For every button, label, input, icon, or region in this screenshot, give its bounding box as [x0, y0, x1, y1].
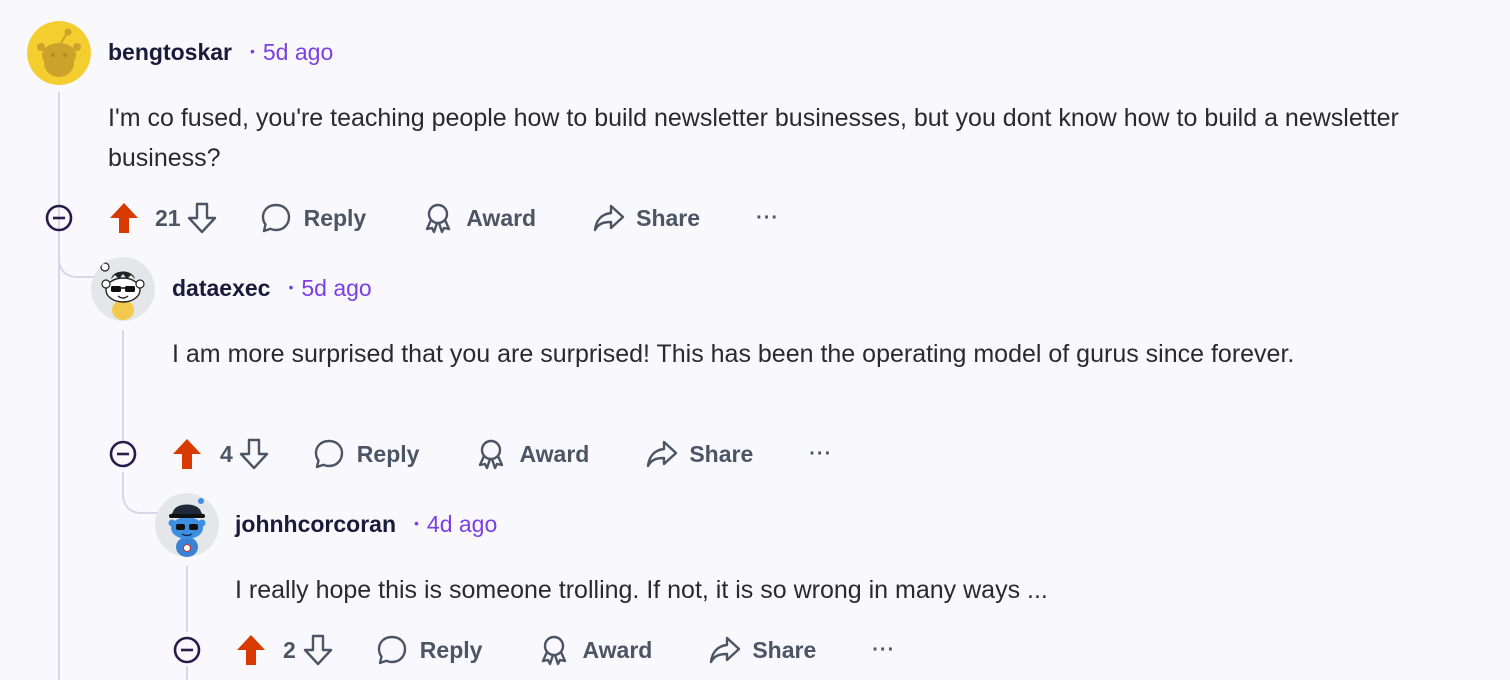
share-label: Share — [689, 440, 754, 467]
thread-line — [186, 666, 188, 680]
comment-meta: dataexec • 5d ago — [172, 275, 372, 305]
reply-button[interactable]: Reply — [313, 438, 420, 470]
collapse-thread-icon[interactable] — [109, 440, 137, 468]
award-icon — [426, 203, 451, 234]
separator-dot: • — [249, 43, 255, 59]
thread-elbow — [58, 236, 98, 278]
downvote-icon[interactable] — [302, 633, 334, 667]
comment-meta: bengtoskar • 5d ago — [108, 39, 333, 69]
share-button[interactable]: Share — [592, 202, 700, 234]
comment-body: I'm co fused, you're teaching people how… — [108, 104, 1399, 172]
vote-count: 21 — [155, 204, 181, 231]
comment-bubble-icon — [314, 439, 343, 469]
timestamp[interactable]: 5d ago — [301, 275, 371, 302]
award-button[interactable]: Award — [475, 438, 589, 470]
user-avatar[interactable] — [155, 493, 219, 557]
separator-dot: • — [288, 279, 294, 295]
more-options-button[interactable]: ··· — [872, 639, 895, 662]
reply-label: Reply — [356, 440, 420, 467]
award-label: Award — [466, 204, 537, 231]
user-avatar[interactable] — [91, 257, 155, 321]
upvote-icon[interactable] — [235, 633, 267, 667]
collapse-thread-icon[interactable] — [173, 636, 201, 664]
share-label: Share — [636, 204, 701, 231]
comment-actions: 4 Reply Award Share ··· — [171, 432, 832, 476]
thread-line — [58, 92, 60, 680]
more-options-button[interactable]: ··· — [756, 207, 779, 230]
upvote-icon[interactable] — [108, 201, 140, 235]
comment-actions: 2 Reply Award Share ··· — [235, 628, 895, 672]
comment-body: I really hope this is someone trolling. … — [235, 576, 1048, 604]
reply-button[interactable]: Reply — [376, 634, 483, 666]
share-label: Share — [752, 636, 817, 663]
reply-label: Reply — [303, 204, 367, 231]
username[interactable]: dataexec — [172, 275, 270, 302]
comment-actions: 21 Reply Award Share ··· — [108, 196, 779, 240]
snoo-avatar-yellow-icon — [27, 21, 91, 85]
award-label: Award — [519, 440, 590, 467]
separator-dot: • — [414, 515, 419, 531]
downvote-icon[interactable] — [186, 201, 218, 235]
thread-elbow — [122, 472, 162, 514]
share-button[interactable]: Share — [645, 438, 753, 470]
vote-count: 4 — [220, 440, 233, 467]
user-avatar[interactable] — [27, 21, 91, 85]
share-icon — [593, 204, 625, 232]
comment-meta: johnhcorcoran • 4d ago — [235, 511, 497, 541]
award-label: Award — [582, 636, 653, 663]
award-button[interactable]: Award — [422, 202, 536, 234]
thread-line — [186, 566, 188, 632]
username[interactable]: johnhcorcoran — [235, 511, 396, 538]
username[interactable]: bengtoskar — [108, 39, 232, 66]
more-options-button[interactable]: ··· — [809, 443, 832, 466]
comment-bubble-icon — [261, 203, 290, 233]
collapse-thread-icon[interactable] — [45, 204, 73, 232]
upvote-icon[interactable] — [171, 437, 203, 471]
thread-line — [122, 330, 124, 440]
downvote-icon[interactable] — [238, 437, 270, 471]
share-icon — [710, 636, 741, 664]
reply-label: Reply — [419, 636, 483, 663]
timestamp[interactable]: 4d ago — [427, 511, 497, 538]
award-icon — [479, 439, 504, 470]
share-icon — [647, 440, 678, 468]
award-button[interactable]: Award — [538, 634, 652, 666]
share-button[interactable]: Share — [708, 634, 816, 666]
vote-count: 2 — [283, 636, 296, 663]
snoo-avatar-blue-hat-icon — [155, 493, 219, 557]
timestamp[interactable]: 5d ago — [263, 39, 333, 66]
snoo-avatar-sunglasses-icon — [91, 257, 155, 321]
comment-body: I am more surprised that you are surpris… — [172, 340, 1295, 368]
reply-button[interactable]: Reply — [260, 202, 367, 234]
comment-bubble-icon — [377, 635, 406, 665]
award-icon — [542, 635, 567, 666]
